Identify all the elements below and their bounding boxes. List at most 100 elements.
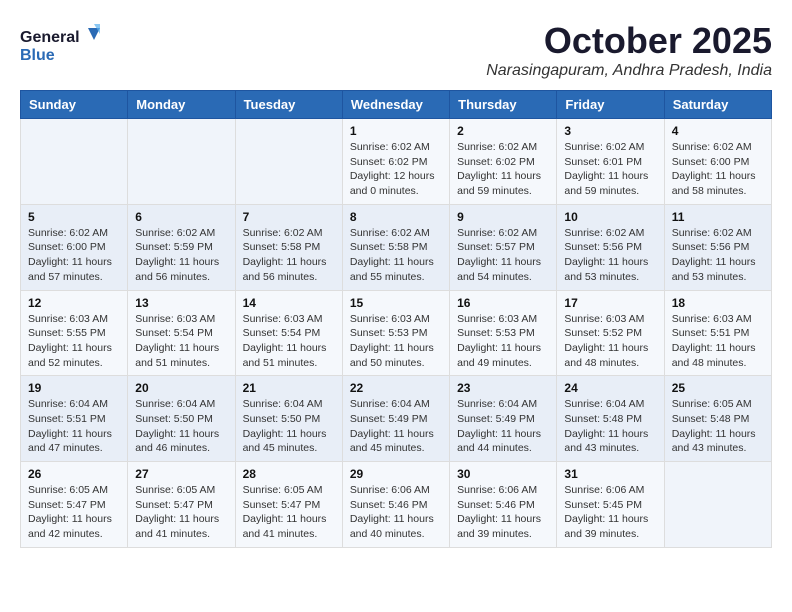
weekday-header-sunday: Sunday xyxy=(21,91,128,119)
calendar-week-1: 1 Sunrise: 6:02 AMSunset: 6:02 PMDaylight… xyxy=(21,119,772,205)
day-info: Sunrise: 6:05 AMSunset: 5:47 PMDaylight:… xyxy=(135,483,227,542)
day-info: Sunrise: 6:04 AMSunset: 5:49 PMDaylight:… xyxy=(350,397,442,456)
calendar-cell: 15Sunrise: 6:03 AMSunset: 5:53 PMDayligh… xyxy=(342,290,449,376)
day-info: Sunrise: 6:03 AMSunset: 5:54 PMDaylight:… xyxy=(243,312,335,371)
day-number: 26 xyxy=(28,467,120,481)
day-number: 17 xyxy=(564,296,656,310)
calendar-cell: 24Sunrise: 6:04 AMSunset: 5:48 PMDayligh… xyxy=(557,376,664,462)
calendar-cell: 7 Sunrise: 6:02 AMSunset: 5:58 PMDaylight… xyxy=(235,204,342,290)
calendar-week-2: 5Sunrise: 6:02 AMSunset: 6:00 PMDaylight… xyxy=(21,204,772,290)
calendar-cell: 26 Sunrise: 6:05 AMSunset: 5:47 PMDayligh… xyxy=(21,462,128,548)
day-number: 7 xyxy=(243,210,335,224)
day-number: 4 xyxy=(672,124,764,138)
day-number: 2 xyxy=(457,124,549,138)
day-info: Sunrise: 6:05 AMSunset: 5:48 PMDaylight:… xyxy=(672,397,764,456)
day-number: 30 xyxy=(457,467,549,481)
calendar-cell: 12 Sunrise: 6:03 AMSunset: 5:55 PMDayligh… xyxy=(21,290,128,376)
day-info: Sunrise: 6:04 AMSunset: 5:51 PMDaylight:… xyxy=(28,397,120,456)
calendar-cell: 4 Sunrise: 6:02 AMSunset: 6:00 PMDaylight… xyxy=(664,119,771,205)
calendar-cell: 10 Sunrise: 6:02 AMSunset: 5:56 PMDayligh… xyxy=(557,204,664,290)
calendar-cell: 19 Sunrise: 6:04 AMSunset: 5:51 PMDayligh… xyxy=(21,376,128,462)
day-info: Sunrise: 6:02 AMSunset: 5:58 PMDaylight:… xyxy=(243,226,335,285)
day-number: 11 xyxy=(672,210,764,224)
page-header: General Blue October 2025 Narasingapuram… xyxy=(20,20,772,80)
day-info: Sunrise: 6:03 AMSunset: 5:51 PMDaylight:… xyxy=(672,312,764,371)
calendar-cell xyxy=(235,119,342,205)
day-number: 1 xyxy=(350,124,442,138)
location: Narasingapuram, Andhra Pradesh, India xyxy=(486,62,772,80)
calendar-week-4: 19 Sunrise: 6:04 AMSunset: 5:51 PMDayligh… xyxy=(21,376,772,462)
title-block: October 2025 Narasingapuram, Andhra Prad… xyxy=(486,20,772,80)
day-info: Sunrise: 6:02 AMSunset: 6:00 PMDaylight:… xyxy=(672,140,764,199)
weekday-header-monday: Monday xyxy=(128,91,235,119)
calendar-cell: 17 Sunrise: 6:03 AMSunset: 5:52 PMDayligh… xyxy=(557,290,664,376)
svg-text:General: General xyxy=(20,29,80,46)
day-info: Sunrise: 6:02 AMSunset: 5:56 PMDaylight:… xyxy=(564,226,656,285)
calendar-cell: 11 Sunrise: 6:02 AMSunset: 5:56 PMDayligh… xyxy=(664,204,771,290)
day-info: Sunrise: 6:02 AMSunset: 5:57 PMDaylight:… xyxy=(457,226,549,285)
day-info: Sunrise: 6:05 AMSunset: 5:47 PMDaylight:… xyxy=(243,483,335,542)
day-number: 5 xyxy=(28,210,120,224)
calendar-cell: 14 Sunrise: 6:03 AMSunset: 5:54 PMDayligh… xyxy=(235,290,342,376)
day-number: 23 xyxy=(457,381,549,395)
calendar-cell: 8Sunrise: 6:02 AMSunset: 5:58 PMDaylight… xyxy=(342,204,449,290)
day-number: 21 xyxy=(243,381,335,395)
day-info: Sunrise: 6:02 AMSunset: 5:56 PMDaylight:… xyxy=(672,226,764,285)
day-info: Sunrise: 6:03 AMSunset: 5:52 PMDaylight:… xyxy=(564,312,656,371)
day-info: Sunrise: 6:03 AMSunset: 5:53 PMDaylight:… xyxy=(457,312,549,371)
svg-text:Blue: Blue xyxy=(20,47,55,64)
day-info: Sunrise: 6:02 AMSunset: 5:59 PMDaylight:… xyxy=(135,226,227,285)
day-number: 10 xyxy=(564,210,656,224)
day-info: Sunrise: 6:03 AMSunset: 5:55 PMDaylight:… xyxy=(28,312,120,371)
day-info: Sunrise: 6:05 AMSunset: 5:47 PMDaylight:… xyxy=(28,483,120,542)
day-number: 3 xyxy=(564,124,656,138)
calendar-cell: 13 Sunrise: 6:03 AMSunset: 5:54 PMDayligh… xyxy=(128,290,235,376)
calendar-cell: 22 Sunrise: 6:04 AMSunset: 5:49 PMDayligh… xyxy=(342,376,449,462)
day-info: Sunrise: 6:04 AMSunset: 5:50 PMDaylight:… xyxy=(135,397,227,456)
calendar-cell: 20 Sunrise: 6:04 AMSunset: 5:50 PMDayligh… xyxy=(128,376,235,462)
calendar-cell: 30 Sunrise: 6:06 AMSunset: 5:46 PMDayligh… xyxy=(450,462,557,548)
day-number: 9 xyxy=(457,210,549,224)
day-number: 12 xyxy=(28,296,120,310)
day-info: Sunrise: 6:06 AMSunset: 5:45 PMDaylight:… xyxy=(564,483,656,542)
day-info: Sunrise: 6:06 AMSunset: 5:46 PMDaylight:… xyxy=(457,483,549,542)
calendar-cell: 5Sunrise: 6:02 AMSunset: 6:00 PMDaylight… xyxy=(21,204,128,290)
day-number: 25 xyxy=(672,381,764,395)
calendar-cell: 9 Sunrise: 6:02 AMSunset: 5:57 PMDaylight… xyxy=(450,204,557,290)
calendar-cell: 18 Sunrise: 6:03 AMSunset: 5:51 PMDayligh… xyxy=(664,290,771,376)
day-number: 8 xyxy=(350,210,442,224)
day-info: Sunrise: 6:04 AMSunset: 5:48 PMDaylight:… xyxy=(564,397,656,456)
calendar-cell: 28 Sunrise: 6:05 AMSunset: 5:47 PMDayligh… xyxy=(235,462,342,548)
day-number: 20 xyxy=(135,381,227,395)
day-info: Sunrise: 6:02 AMSunset: 6:02 PMDaylight:… xyxy=(350,140,442,199)
day-info: Sunrise: 6:04 AMSunset: 5:49 PMDaylight:… xyxy=(457,397,549,456)
calendar-cell: 27 Sunrise: 6:05 AMSunset: 5:47 PMDayligh… xyxy=(128,462,235,548)
day-number: 14 xyxy=(243,296,335,310)
day-info: Sunrise: 6:06 AMSunset: 5:46 PMDaylight:… xyxy=(350,483,442,542)
calendar-cell: 2Sunrise: 6:02 AMSunset: 6:02 PMDaylight… xyxy=(450,119,557,205)
calendar-cell: 29Sunrise: 6:06 AMSunset: 5:46 PMDayligh… xyxy=(342,462,449,548)
weekday-header-wednesday: Wednesday xyxy=(342,91,449,119)
calendar-header-row: SundayMondayTuesdayWednesdayThursdayFrid… xyxy=(21,91,772,119)
day-number: 28 xyxy=(243,467,335,481)
calendar-week-5: 26 Sunrise: 6:05 AMSunset: 5:47 PMDayligh… xyxy=(21,462,772,548)
day-number: 19 xyxy=(28,381,120,395)
day-number: 13 xyxy=(135,296,227,310)
day-number: 22 xyxy=(350,381,442,395)
calendar-table: SundayMondayTuesdayWednesdayThursdayFrid… xyxy=(20,90,772,548)
day-number: 31 xyxy=(564,467,656,481)
calendar-week-3: 12 Sunrise: 6:03 AMSunset: 5:55 PMDayligh… xyxy=(21,290,772,376)
day-number: 27 xyxy=(135,467,227,481)
calendar-cell: 21Sunrise: 6:04 AMSunset: 5:50 PMDayligh… xyxy=(235,376,342,462)
day-info: Sunrise: 6:03 AMSunset: 5:54 PMDaylight:… xyxy=(135,312,227,371)
logo: General Blue xyxy=(20,20,100,70)
calendar-cell: 23 Sunrise: 6:04 AMSunset: 5:49 PMDayligh… xyxy=(450,376,557,462)
weekday-header-thursday: Thursday xyxy=(450,91,557,119)
calendar-cell: 3Sunrise: 6:02 AMSunset: 6:01 PMDaylight… xyxy=(557,119,664,205)
logo-svg: General Blue xyxy=(20,20,100,70)
day-number: 6 xyxy=(135,210,227,224)
calendar-cell xyxy=(21,119,128,205)
day-number: 18 xyxy=(672,296,764,310)
calendar-cell: 6 Sunrise: 6:02 AMSunset: 5:59 PMDaylight… xyxy=(128,204,235,290)
calendar-cell: 1 Sunrise: 6:02 AMSunset: 6:02 PMDaylight… xyxy=(342,119,449,205)
